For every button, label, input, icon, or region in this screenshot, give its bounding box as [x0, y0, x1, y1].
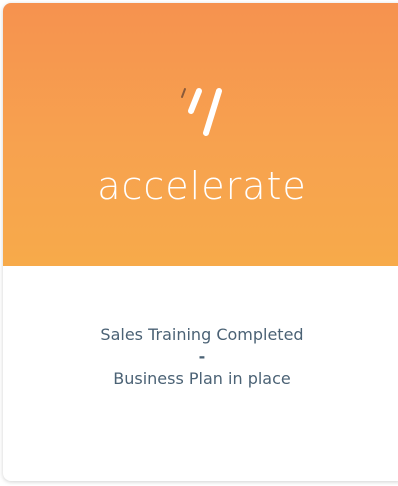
- accelerate-card[interactable]: accelerate Sales Training Completed - Bu…: [3, 3, 398, 481]
- status-line-2: Business Plan in place: [113, 369, 291, 388]
- logo-long-stroke: [203, 88, 222, 136]
- status-line-1: Sales Training Completed: [100, 325, 304, 344]
- logo-middle-stroke: [188, 88, 202, 114]
- logo-small-stroke: [181, 88, 186, 98]
- card-body: Sales Training Completed - Business Plan…: [3, 266, 398, 481]
- status-separator: -: [198, 347, 206, 366]
- accelerate-slash-icon: [181, 88, 222, 136]
- brand-name: accelerate: [97, 164, 307, 208]
- card-header: accelerate: [3, 3, 398, 266]
